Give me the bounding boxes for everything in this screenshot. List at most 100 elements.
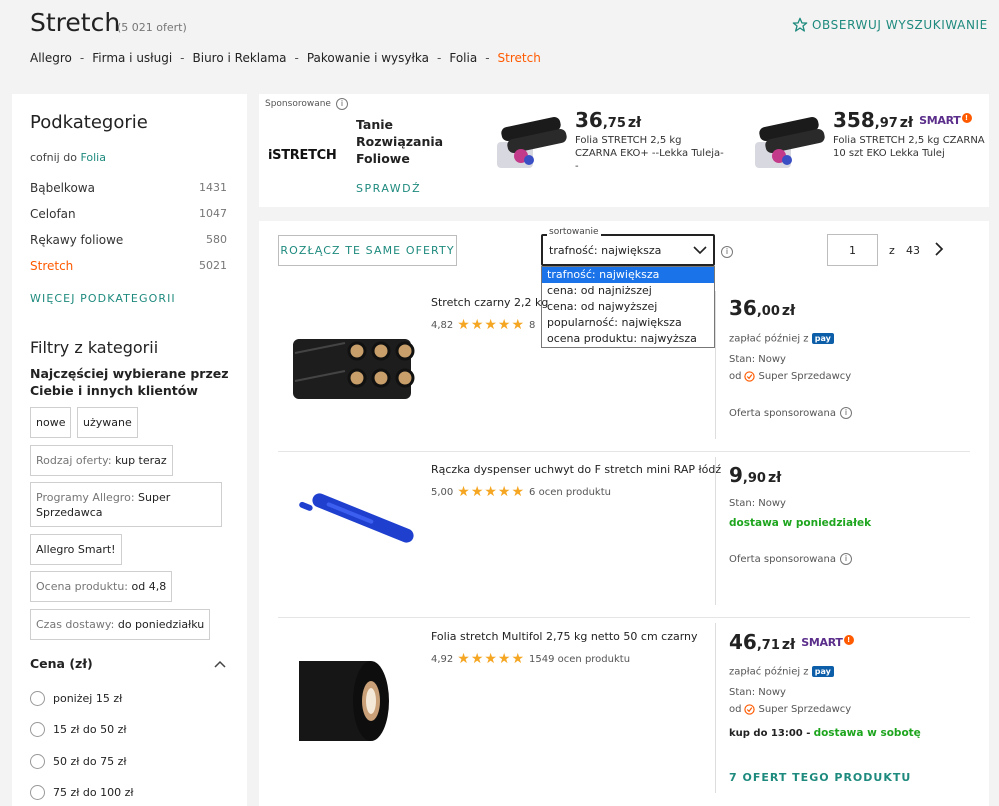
sponsored-product-image[interactable]: [751, 112, 829, 172]
breadcrumb-item[interactable]: Pakowanie i wysyłka: [307, 51, 429, 65]
subcategory-item[interactable]: Rękawy foliowe 580: [30, 233, 227, 247]
filter-chip-new[interactable]: nowe: [30, 407, 72, 438]
page-total: 43: [906, 244, 920, 257]
watch-search-button[interactable]: OBSERWUJ WYSZUKIWANIE: [792, 17, 988, 33]
filter-chip-delivery[interactable]: Czas dostawy: do poniedziałku: [30, 609, 211, 640]
sort-legend: sortowanie: [547, 227, 601, 237]
rating-value: 5,00: [431, 486, 454, 498]
price-dec: ,75: [602, 116, 626, 131]
info-icon[interactable]: i: [335, 98, 348, 110]
film-rolls-image: [497, 117, 567, 168]
page-input[interactable]: 1: [827, 234, 878, 266]
price-range-option[interactable]: 75 zł do 100 zł: [30, 785, 134, 800]
chip-key: Programy Allegro:: [36, 491, 135, 504]
chip-key: Rodzaj oferty:: [36, 454, 112, 467]
product-image[interactable]: [285, 655, 417, 747]
column-divider: [715, 623, 716, 793]
rating-stars-icon: ★★★★★: [457, 484, 526, 500]
product-rating: 4,82 ★★★★★ 8: [431, 317, 535, 333]
breadcrumb-item[interactable]: Allegro: [30, 51, 72, 65]
delivery-time: kup do 13:00 -: [729, 728, 811, 739]
sort-selected-value: trafność: największa: [549, 243, 662, 257]
split-offers-button[interactable]: ROZŁĄCZ TE SAME OFERTY: [278, 235, 457, 266]
price-dec: ,71: [756, 638, 780, 653]
back-link[interactable]: Folia: [80, 151, 106, 164]
sponsored-cta[interactable]: SPRAWDŹ: [356, 182, 421, 195]
price-range-label: 15 zł do 50 zł: [53, 723, 127, 736]
stretch-roll-image: [299, 661, 389, 741]
radio-button[interactable]: [30, 722, 45, 737]
sort-option[interactable]: popularność: największa: [542, 315, 714, 331]
filter-chip-used[interactable]: używane: [77, 407, 138, 438]
price-int: 36: [575, 108, 603, 132]
sponsored-offer-text: Oferta sponsorowana: [729, 407, 837, 419]
rating-value: 4,92: [431, 653, 454, 665]
seller-info: od Super Sprzedawcy: [729, 371, 851, 382]
radio-button[interactable]: [30, 785, 45, 800]
sponsored-offer-text: Oferta sponsorowana: [729, 553, 837, 565]
breadcrumb-item[interactable]: Biuro i Reklama: [193, 51, 287, 65]
filter-chip-offer-type[interactable]: Rodzaj oferty: kup teraz: [30, 445, 173, 476]
sponsored-headline[interactable]: Tanie Rozwiązania Foliowe: [356, 116, 446, 167]
product-price: 46,71 zł SMART!: [729, 630, 854, 654]
price-range-option[interactable]: 50 zł do 75 zł: [30, 754, 127, 769]
chip-value: od 4,8: [131, 580, 167, 593]
filter-chip-smart[interactable]: Allegro Smart!: [30, 534, 122, 565]
chevron-right-icon: [935, 242, 944, 256]
price-filter-header[interactable]: Cena (zł): [30, 656, 226, 671]
seller-name: Super Sprzedawcy: [758, 704, 852, 715]
radio-button[interactable]: [30, 754, 45, 769]
more-subcategories-link[interactable]: WIĘCEJ PODKATEGORII: [30, 292, 176, 305]
price-range-label: 50 zł do 75 zł: [53, 755, 127, 768]
product-title[interactable]: Stretch czarny 2,2 kg: [431, 296, 548, 309]
sponsored-price: 36,75 zł: [575, 108, 641, 132]
sort-option[interactable]: trafność: największa: [542, 267, 714, 283]
chip-label: Allegro Smart!: [36, 543, 116, 556]
chip-value: do poniedziałku: [117, 618, 205, 631]
ratings-count: 8: [529, 319, 536, 331]
breadcrumb-item[interactable]: Folia: [449, 51, 477, 65]
chip-label: używane: [83, 416, 132, 429]
product-title[interactable]: Rączka dyspenser uchwyt do F stretch min…: [431, 463, 721, 476]
stretch-rolls-image: [293, 339, 415, 399]
chip-key: Czas dostawy:: [36, 618, 115, 631]
subcategory-label: Stretch: [30, 259, 74, 273]
subcategory-count: 1431: [199, 181, 227, 194]
sort-option[interactable]: cena: od najniższej: [542, 283, 714, 299]
price-range-option[interactable]: 15 zł do 50 zł: [30, 722, 127, 737]
pay-badge-icon: pay: [811, 333, 834, 344]
subcategory-item-active[interactable]: Stretch 5021: [30, 259, 227, 273]
product-image[interactable]: [285, 331, 417, 405]
price-int: 46: [729, 630, 757, 654]
film-rolls-image: [755, 117, 825, 168]
sponsored-product-title[interactable]: Folia STRETCH 2,5 kg CZARNA 10 szt EKO L…: [833, 134, 989, 160]
sort-option[interactable]: ocena produktu: najwyższa: [542, 331, 714, 347]
price-dec: ,97: [874, 116, 898, 131]
breadcrumb-item[interactable]: Firma i usługi: [92, 51, 172, 65]
filter-chip-rating[interactable]: Ocena produktu: od 4,8: [30, 571, 173, 602]
popular-filters-title: Najczęściej wybierane przez Ciebie i inn…: [30, 366, 229, 398]
sponsored-product-image[interactable]: [493, 112, 571, 172]
next-page-button[interactable]: [935, 242, 944, 259]
info-icon[interactable]: i: [840, 407, 853, 419]
subcategory-item[interactable]: Bąbelkowa 1431: [30, 181, 227, 195]
sponsored-product-title[interactable]: Folia STRETCH 2,5 kg CZARNA EKO+ --Lekka…: [575, 134, 725, 173]
sponsored-label: Sponsorowane i: [265, 98, 348, 110]
filter-chip-programs[interactable]: Programy Allegro: Super Sprzedawca: [30, 482, 222, 527]
subcategory-item[interactable]: Celofan 1047: [30, 207, 227, 221]
super-seller-icon: [744, 704, 756, 715]
product-price: 36,00 zł: [729, 296, 795, 320]
sort-info-icon[interactable]: i: [721, 244, 733, 258]
sort-option[interactable]: cena: od najwyższej: [542, 299, 714, 315]
chevron-down-icon: [693, 245, 707, 254]
product-condition: Stan: Nowy: [729, 354, 786, 365]
more-offers-link[interactable]: 7 OFERT TEGO PRODUKTU: [729, 771, 911, 784]
radio-button[interactable]: [30, 691, 45, 706]
info-icon[interactable]: i: [840, 553, 853, 565]
product-title[interactable]: Folia stretch Multifol 2,75 kg netto 50 …: [431, 630, 698, 643]
product-image[interactable]: [285, 491, 417, 555]
sort-select[interactable]: trafność: największa: [541, 234, 715, 266]
brand-logo[interactable]: iSTRETCH: [268, 148, 337, 163]
subcategory-count: 1047: [199, 207, 227, 220]
price-range-option[interactable]: poniżej 15 zł: [30, 691, 122, 706]
